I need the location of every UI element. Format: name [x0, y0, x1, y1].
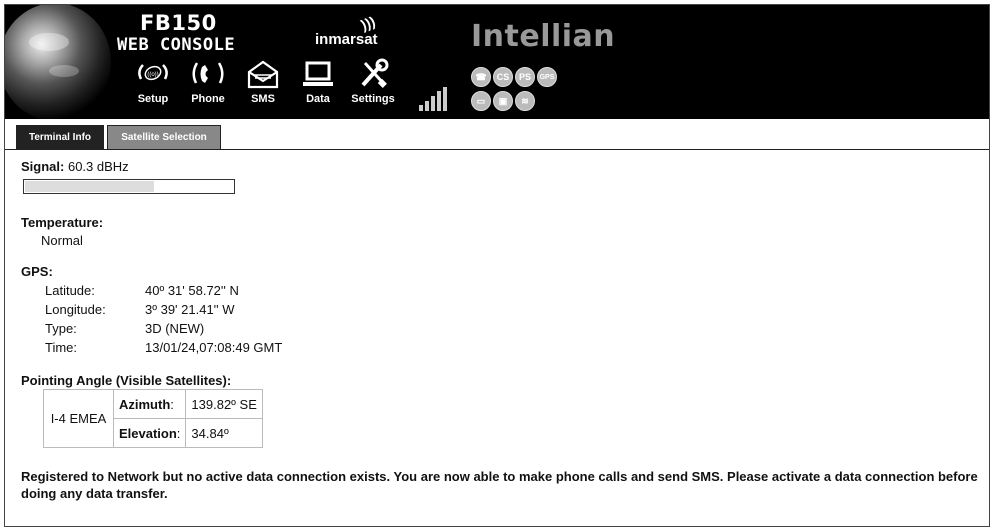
- azimuth-label-cell: Azimuth:: [112, 389, 187, 419]
- elevation-value: 34.84º: [185, 418, 263, 448]
- tab-bar: Terminal Info Satellite Selection: [5, 119, 989, 150]
- console-frame: FB150 WEB CONSOLE ))) inmarsat Intellian…: [4, 4, 990, 527]
- earth-globe-image: [5, 5, 111, 119]
- elevation-label-cell: Elevation:: [112, 418, 187, 448]
- tab-satellite-selection[interactable]: Satellite Selection: [107, 125, 221, 149]
- gps-time-label: Time:: [45, 340, 78, 355]
- header-banner: FB150 WEB CONSOLE ))) inmarsat Intellian…: [5, 5, 989, 119]
- nav-setup-label: Setup: [137, 93, 169, 105]
- table-row: I-4 EMEA Azimuth: 139.82º SE: [43, 389, 263, 448]
- inmarsat-logo: inmarsat: [315, 31, 378, 48]
- gps-longitude-label: Longitude:: [45, 302, 106, 317]
- gps-status-icon: GPS: [537, 67, 557, 87]
- nav-data[interactable]: Data: [290, 57, 346, 105]
- gps-type-label: Type:: [45, 321, 77, 336]
- handset-status-icon: ☎: [471, 67, 491, 87]
- nav-data-label: Data: [306, 93, 330, 105]
- gps-type-value: 3D (NEW): [145, 321, 205, 336]
- gps-longitude-value: 3º 39' 21.41'' W: [145, 302, 235, 317]
- nav-phone-label: Phone: [191, 93, 225, 105]
- nav-phone[interactable]: Phone: [180, 57, 236, 105]
- intellian-logo: Intellian: [471, 19, 616, 54]
- nav-setup[interactable]: ((o)) Setup: [125, 57, 181, 105]
- svg-text:((o)): ((o)): [147, 72, 158, 78]
- ps-status-icon: PS: [515, 67, 535, 87]
- signal-strength-fill: [25, 181, 154, 192]
- elevation-label: Elevation: [119, 425, 177, 441]
- laptop-icon: [303, 61, 333, 86]
- signal-strength-bar: [23, 179, 235, 194]
- nav-sms-label: SMS: [251, 93, 275, 105]
- gps-latitude-value: 40º 31' 58.72'' N: [145, 283, 239, 298]
- status-notice: Registered to Network but no active data…: [21, 469, 978, 501]
- computer-status-icon: ▭: [471, 91, 491, 111]
- nav-settings-label: Settings: [351, 93, 395, 105]
- signal-bars-icon: [419, 87, 447, 111]
- pointing-angle-table: I-4 EMEA Azimuth: 139.82º SE Elevation: …: [43, 389, 263, 448]
- cs-status-icon: CS: [493, 67, 513, 87]
- temperature-value: Normal: [41, 233, 83, 248]
- temperature-label: Temperature:: [21, 215, 104, 230]
- nav-settings[interactable]: Settings: [345, 57, 401, 105]
- signal-line: Signal: 60.3 dBHz: [21, 159, 129, 174]
- gps-latitude-label: Latitude:: [45, 283, 95, 298]
- gps-time-value: 13/01/24,07:08:49 GMT: [145, 340, 283, 355]
- product-subtitle: WEB CONSOLE: [117, 35, 236, 55]
- gps-label: GPS:: [21, 264, 53, 279]
- signal-label: Signal:: [21, 159, 65, 174]
- satellite-dish-icon: ((o)): [138, 64, 168, 81]
- azimuth-value: 139.82º SE: [185, 389, 263, 419]
- satellite-name: I-4 EMEA: [43, 389, 114, 448]
- nav-sms[interactable]: SMS: [235, 57, 291, 105]
- tab-terminal-info[interactable]: Terminal Info: [16, 125, 104, 149]
- envelope-icon: [247, 60, 279, 89]
- wrench-screwdriver-icon: [361, 58, 389, 88]
- azimuth-label: Azimuth: [119, 396, 171, 412]
- product-title: FB150: [140, 11, 217, 35]
- inmarsat-waves-icon: ))): [358, 13, 378, 33]
- phone-handset-icon: [192, 62, 224, 84]
- wifi-status-icon: ≋: [515, 91, 535, 111]
- lock-status-icon: ▣: [493, 91, 513, 111]
- pointing-angle-label: Pointing Angle (Visible Satellites):: [21, 373, 232, 388]
- signal-value: 60.3 dBHz: [67, 159, 129, 174]
